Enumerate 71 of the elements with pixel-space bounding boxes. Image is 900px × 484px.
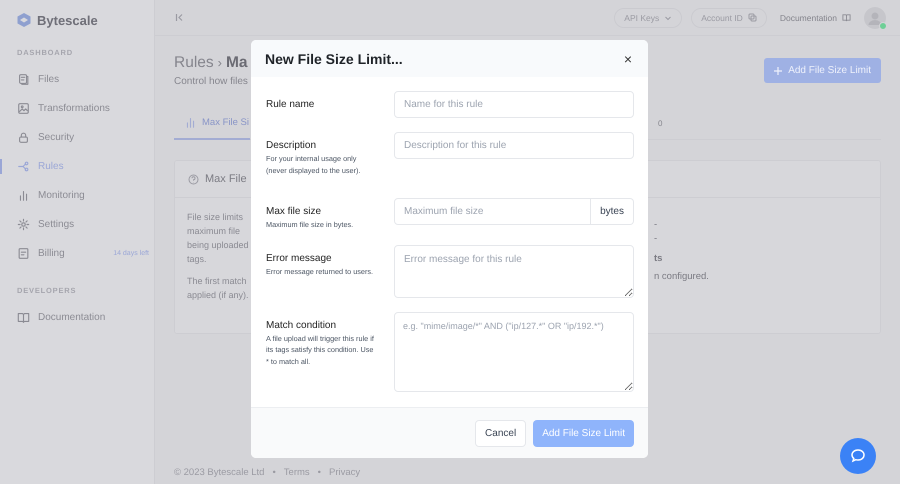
sidebar-item[interactable]: Transformations <box>0 94 154 123</box>
card-text: - <box>654 218 658 232</box>
field-label: Rule name <box>266 99 316 110</box>
field-label: Match condition <box>266 320 338 330</box>
account-id-button[interactable]: Account ID <box>691 8 767 28</box>
unit-label: bytes <box>591 198 634 225</box>
sidebar-label: Files <box>38 74 60 85</box>
breadcrumb-link[interactable]: Rules <box>174 54 214 72</box>
breadcrumb-separator: › <box>218 55 222 70</box>
brand-name: Bytescale <box>37 12 98 28</box>
footer-link[interactable]: Terms <box>284 467 310 478</box>
separator-dot: • <box>272 467 276 478</box>
chevron-down-icon <box>664 14 672 22</box>
field-label: Description <box>266 140 318 151</box>
logo-icon <box>16 12 32 28</box>
card-text: - <box>654 232 658 246</box>
sidebar-label: Security <box>38 132 74 143</box>
submit-button[interactable]: Add File Size Limit <box>533 420 634 446</box>
card-text: ts <box>654 252 664 266</box>
text-area[interactable]: e.g. "mime/image/*" AND ("ip/127.*" OR "ip/192.*") <box>394 312 634 392</box>
bar-chart-icon <box>17 189 30 202</box>
sidebar-item[interactable]: Settings <box>0 210 154 239</box>
collapse-icon[interactable] <box>175 13 184 22</box>
text-area[interactable]: Error message for this rule <box>394 244 634 298</box>
dialog-title: New File Size Limit... <box>265 50 403 66</box>
copy-icon <box>748 13 757 22</box>
files-icon <box>17 73 30 86</box>
settings-icon <box>17 218 30 231</box>
sidebar-item[interactable]: Files <box>0 65 154 94</box>
page-title: Ma <box>226 54 248 72</box>
lock-icon <box>17 131 30 144</box>
text-field[interactable]: Name for this rule <box>394 91 634 118</box>
card-title: Max File <box>205 173 247 185</box>
api-keys-button[interactable]: API Keys <box>614 8 682 28</box>
sidebar-label: Transformations <box>38 103 110 114</box>
sidebar-item[interactable]: Monitoring <box>0 181 154 210</box>
sidebar-label: Monitoring <box>38 190 85 201</box>
sidebar-item[interactable]: Security <box>0 123 154 152</box>
tab-count: 0 <box>658 118 662 128</box>
chat-button[interactable] <box>840 438 876 474</box>
sidebar-item[interactable]: Rules <box>0 152 154 181</box>
field-label: Error message <box>266 252 333 264</box>
avatar[interactable] <box>864 6 886 28</box>
sidebar-label: Documentation <box>38 312 106 323</box>
book-icon <box>17 311 30 324</box>
card-paragraph: File size limits maximum file being uploaded tags. <box>187 211 249 266</box>
text-field[interactable]: Description for this rule <box>394 132 634 159</box>
card-paragraph: The first match applied (if any). <box>187 275 249 302</box>
share-icon <box>17 160 30 173</box>
documentation-link[interactable]: Documentation <box>776 8 855 26</box>
book-icon <box>842 13 851 22</box>
footer-link[interactable]: Privacy <box>328 467 360 478</box>
separator-dot: • <box>318 467 321 478</box>
sidebar-label: Settings <box>38 219 74 230</box>
page-subtitle: Control how files <box>174 76 248 87</box>
sidebar-item[interactable]: Documentation <box>0 303 154 332</box>
image-icon <box>17 102 30 115</box>
document-icon <box>17 247 30 260</box>
bar-chart-icon <box>184 116 197 128</box>
copyright: © 2023 Bytescale Ltd <box>174 467 264 478</box>
close-button[interactable]: × <box>622 50 634 66</box>
card-text: n configured. <box>654 270 710 284</box>
sidebar-label: Billing <box>38 248 65 259</box>
help-circle-icon <box>188 174 199 184</box>
chat-icon <box>850 448 866 464</box>
add-limit-button[interactable]: Add File Size Limit <box>764 58 881 83</box>
field-label: Max file size <box>266 206 322 217</box>
cancel-button[interactable]: Cancel <box>475 420 526 446</box>
size-field[interactable]: Maximum file size <box>394 198 592 225</box>
sidebar-label: Rules <box>38 161 64 172</box>
plus-icon <box>774 66 782 74</box>
